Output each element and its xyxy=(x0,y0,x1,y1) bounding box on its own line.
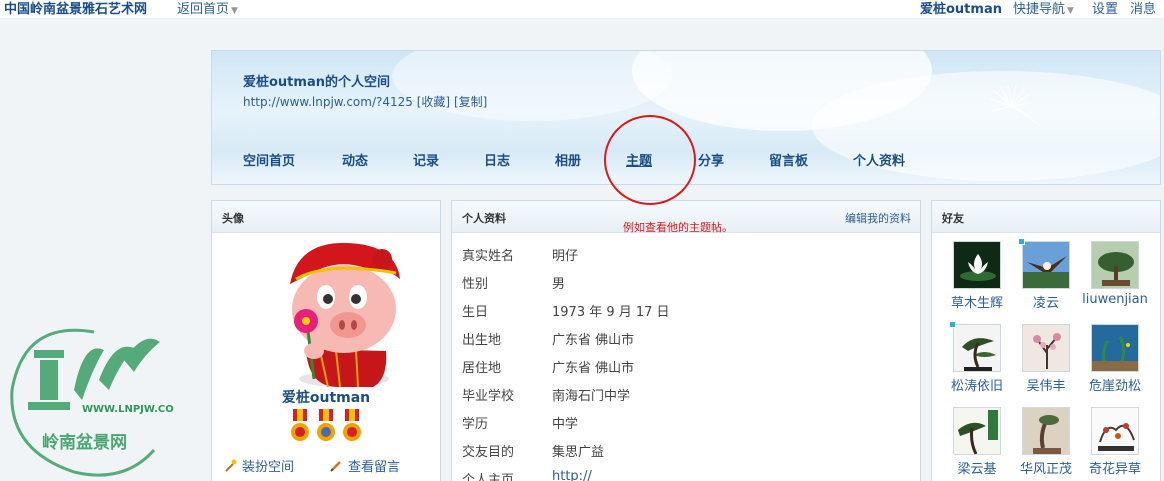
profile-panel: 个人资料 编辑我的资料 真实姓名 明仔 性别 男 生日 1973 年 9 月 17 日… xyxy=(451,200,921,481)
quick-nav-label: 快捷导航 xyxy=(1013,2,1066,17)
copy-link[interactable]: [复制] xyxy=(454,95,487,109)
dress-up-label: 装扮空间 xyxy=(242,460,295,475)
friend-item[interactable]: 梁云基 xyxy=(944,407,1010,477)
edit-profile-link[interactable]: 编辑我的资料 xyxy=(845,210,911,226)
profile-field-label: 毕业学校 xyxy=(462,389,515,404)
friend-name[interactable]: 危崖劲松 xyxy=(1082,375,1148,394)
profile-username[interactable]: 爱桩outman xyxy=(212,387,440,407)
profile-field-value: 广东省 佛山市 xyxy=(552,361,635,376)
homepage-link[interactable]: http:// xyxy=(552,469,592,481)
nav-item-share[interactable]: 分享 xyxy=(698,150,724,169)
friend-item[interactable]: 华风正茂 xyxy=(1013,407,1079,477)
profile-field-value: 明仔 xyxy=(552,249,579,264)
friend-name[interactable]: 松涛依旧 xyxy=(944,375,1010,394)
profile-field-label: 交友目的 xyxy=(462,445,515,460)
site-watermark-logo: WWW.LNPJW.COM 岭南盆景网 xyxy=(10,328,174,477)
online-status-icon xyxy=(1018,238,1025,245)
space-url[interactable]: http://www.lnpjw.com/?4125 xyxy=(243,95,413,109)
profile-field-label: 真实姓名 xyxy=(462,249,515,264)
view-messages-label: 查看留言 xyxy=(348,460,401,475)
friend-name[interactable]: 凌云 xyxy=(1013,292,1079,311)
dress-up-space-button[interactable]: 装扮空间 xyxy=(224,456,294,475)
nav-item-feed[interactable]: 动态 xyxy=(342,150,368,169)
online-status-icon xyxy=(949,321,956,328)
friend-item[interactable]: 吴伟丰 xyxy=(1013,324,1079,394)
blossom-icon xyxy=(1022,324,1070,372)
friend-name[interactable]: 华风正茂 xyxy=(1013,458,1079,477)
chevron-down-icon: ▼ xyxy=(1067,6,1074,16)
friend-item[interactable]: 危崖劲松 xyxy=(1082,324,1148,394)
friends-panel-header: 好友 xyxy=(932,201,1160,233)
back-home-label: 返回首页 xyxy=(177,2,230,17)
avatar-panel-title: 头像 xyxy=(222,212,244,225)
settings-link[interactable]: 设置 xyxy=(1092,0,1118,17)
nav-item-album[interactable]: 相册 xyxy=(555,150,581,169)
space-url-line: http://www.lnpjw.com/?4125 [收藏] [复制] xyxy=(243,93,487,110)
profile-panel-title: 个人资料 xyxy=(462,212,506,225)
space-title: 爱桩outman的个人空间 xyxy=(243,75,390,90)
top-bar: 中国岭南盆景雅石艺术网 返回首页 ▼ 爱桩outman 快捷导航 ▼ 设置 消息 xyxy=(0,0,1164,18)
pine-icon xyxy=(953,324,1001,372)
eagle-icon xyxy=(1022,241,1070,289)
aquarium-icon xyxy=(1091,324,1139,372)
nav-item-profile[interactable]: 个人资料 xyxy=(853,150,905,169)
avatar-panel: 头像 爱桩outman 装扮空间 查看留言 xyxy=(211,200,441,481)
back-home-link[interactable]: 返回首页 ▼ xyxy=(177,0,238,17)
quick-nav-menu[interactable]: 快捷导航 ▼ xyxy=(1013,0,1074,17)
chevron-down-icon: ▼ xyxy=(231,6,238,16)
flower-pot-icon xyxy=(1091,407,1139,455)
wand-icon xyxy=(225,459,237,472)
profile-field-value: 集思广益 xyxy=(552,445,605,460)
profile-field-value: 男 xyxy=(552,277,566,292)
friend-item[interactable]: 奇花异草 xyxy=(1082,407,1148,477)
friend-name[interactable]: liuwenjian xyxy=(1082,292,1148,307)
nav-item-home[interactable]: 空间首页 xyxy=(243,150,295,169)
pine-scroll-icon xyxy=(953,407,1001,455)
pencil-icon xyxy=(330,461,341,472)
friend-item[interactable]: 草木生辉 xyxy=(944,241,1010,311)
friend-name[interactable]: 梁云基 xyxy=(944,458,1010,477)
friends-panel-title: 好友 xyxy=(942,212,964,225)
profile-field-value: 中学 xyxy=(552,417,579,432)
site-name-link[interactable]: 中国岭南盆景雅石艺术网 xyxy=(4,0,147,17)
profile-field-label: 出生地 xyxy=(462,333,502,348)
bonsai-icon xyxy=(1091,241,1139,289)
friend-item[interactable]: 松涛依旧 xyxy=(944,324,1010,394)
view-messages-button[interactable]: 查看留言 xyxy=(330,456,400,475)
friends-panel: 好友 草木生辉 凌云 liuwenjian 松涛依旧 吴伟丰 危崖劲松 梁云基 … xyxy=(931,200,1161,481)
profile-field-label: 居住地 xyxy=(462,361,502,376)
avatar-panel-header: 头像 xyxy=(212,201,440,233)
cloud-decoration xyxy=(392,51,672,121)
highlight-circle xyxy=(604,115,696,205)
pot-icon xyxy=(1022,407,1070,455)
messages-link[interactable]: 消息 xyxy=(1130,0,1156,17)
friend-name[interactable]: 草木生辉 xyxy=(944,292,1010,311)
profile-field-value: 广东省 佛山市 xyxy=(552,333,635,348)
friend-name[interactable]: 吴伟丰 xyxy=(1013,375,1079,394)
watermark-url: WWW.LNPJW.COM xyxy=(82,404,174,415)
annotation-text: 例如查看他的主题帖。 xyxy=(623,221,733,234)
nav-item-records[interactable]: 记录 xyxy=(413,150,439,169)
profile-field-label: 学历 xyxy=(462,417,489,432)
profile-field-label: 生日 xyxy=(462,305,489,320)
avatar[interactable] xyxy=(278,239,401,387)
friend-name[interactable]: 奇花异草 xyxy=(1082,458,1148,477)
watermark-site-name: 岭南盆景网 xyxy=(42,432,127,453)
profile-field-label: 个人主页 xyxy=(462,473,515,481)
friend-item[interactable]: liuwenjian xyxy=(1082,241,1148,307)
nav-item-guestbook[interactable]: 留言板 xyxy=(769,150,808,169)
favorite-link[interactable]: [收藏] xyxy=(417,95,450,109)
profile-field-label: 性别 xyxy=(462,277,489,292)
profile-field-value: 南海石门中学 xyxy=(552,389,631,404)
profile-field-value: 1973 年 9 月 17 日 xyxy=(552,305,670,320)
dandelion-icon xyxy=(989,84,1038,124)
current-user-link[interactable]: 爱桩outman xyxy=(920,0,1002,17)
friend-item[interactable]: 凌云 xyxy=(1013,241,1079,311)
nav-item-blog[interactable]: 日志 xyxy=(484,150,510,169)
lotus-icon xyxy=(953,241,1001,289)
medals-icon xyxy=(291,409,361,441)
